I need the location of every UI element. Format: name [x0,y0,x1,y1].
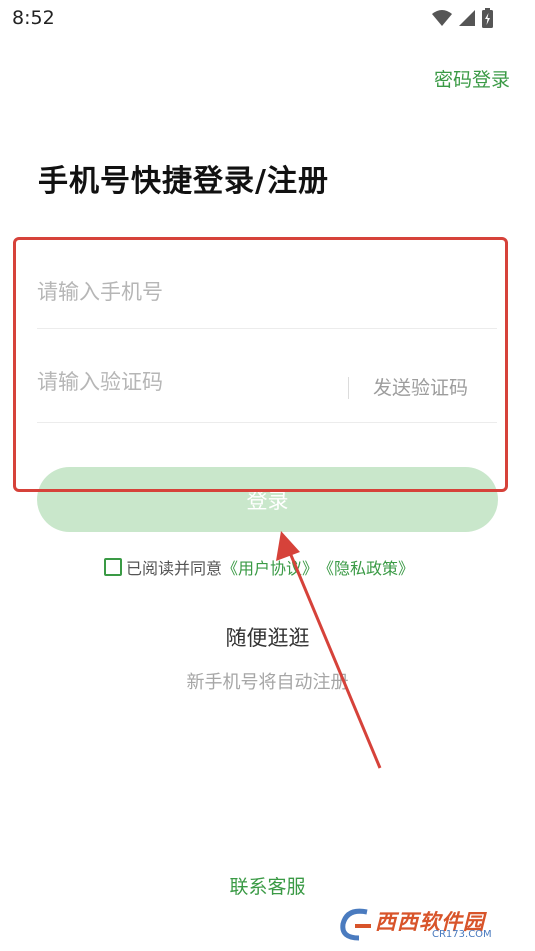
page-title: 手机号快捷登录/注册 [38,164,329,199]
user-agreement-link[interactable]: 《用户协议》 [222,555,318,579]
phone-field [37,268,497,329]
status-icons [432,8,493,28]
login-screen: 8:52 密码登录 手机号快捷登录/注册 发送验证码 登录 已阅读并同意 《用户… [0,0,535,951]
contact-support-link[interactable]: 联系客服 [0,872,535,899]
code-divider [348,377,349,399]
watermark-emblem-icon [340,908,371,941]
login-button[interactable]: 登录 [37,467,498,532]
browse-button[interactable]: 随便逛逛 [0,622,535,652]
watermark-logo: 西西软件园 CR173.COM [337,904,517,944]
agreement-prefix: 已阅读并同意 [126,559,223,578]
watermark-url: CR173.COM [432,929,492,940]
signal-icon [459,10,475,26]
send-code-button[interactable]: 发送验证码 [373,373,468,400]
privacy-policy-link[interactable]: 《隐私政策》 [318,555,414,579]
agreement-checkbox[interactable] [104,558,122,576]
verification-code-input[interactable] [37,360,327,404]
phone-input[interactable] [37,268,477,316]
auto-register-note: 新手机号将自动注册 [186,672,349,693]
code-field: 发送验证码 [37,360,497,423]
battery-icon [482,8,493,28]
status-time: 8:52 [12,7,55,29]
wifi-icon [432,10,452,26]
agreement-row: 已阅读并同意 《用户协议》 《隐私政策》 [104,555,414,579]
password-login-link[interactable]: 密码登录 [434,65,510,92]
